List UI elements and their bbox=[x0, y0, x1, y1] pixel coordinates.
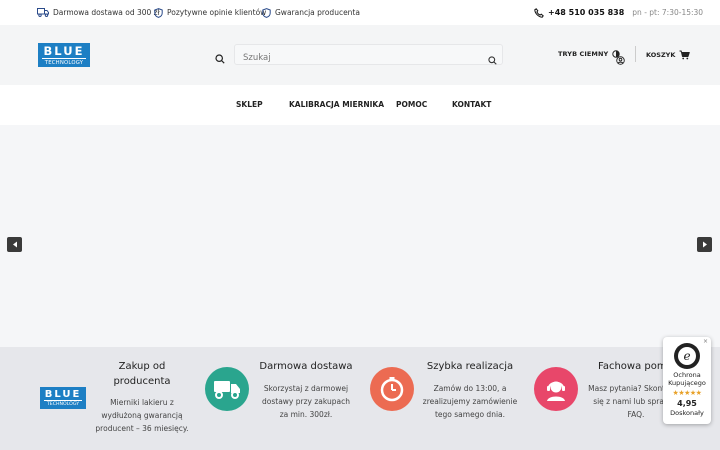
feature-icon-fast bbox=[370, 367, 414, 411]
feature-title-fast: Szybka realizacja bbox=[426, 361, 514, 372]
trust-badge[interactable]: × e Ochrona Kupującego ★★★★★ 4,95 Doskon… bbox=[663, 337, 711, 424]
search-icon bbox=[215, 54, 225, 64]
nav-item-kalibracja[interactable]: KALIBRACJA MIERNIKA bbox=[289, 100, 384, 109]
search-input[interactable] bbox=[235, 48, 465, 68]
cart-label: KOSZYK bbox=[646, 51, 676, 59]
trust-seal-icon: e bbox=[674, 343, 700, 369]
feature-logo-sub: TECHNOLOGY bbox=[46, 402, 80, 407]
dark-mode-label: TRYB CIEMNY bbox=[558, 50, 609, 58]
nav-item-sklep[interactable]: SKLEP bbox=[236, 100, 263, 109]
logo-text-sub: TECHNOLOGY bbox=[44, 60, 84, 66]
free-shipping-info: Darmowa dostawa od 300 zł bbox=[37, 0, 160, 25]
rating-stars: ★★★★★ bbox=[672, 389, 702, 397]
main-nav: SKLEP KALIBRACJA MIERNIKA POMOC KONTAKT bbox=[0, 85, 720, 125]
clock-icon bbox=[380, 377, 404, 402]
badge-label: Ochrona Kupującego bbox=[668, 371, 706, 387]
headset-icon bbox=[547, 381, 565, 401]
chevron-left-icon bbox=[12, 241, 17, 248]
feature-title-shipping: Darmowa dostawa bbox=[259, 361, 353, 372]
header: BLUE TECHNOLOGY TRYB CIEMNY K bbox=[0, 25, 720, 85]
hero-slider bbox=[0, 125, 720, 347]
phone-number[interactable]: +48 510 035 838 bbox=[548, 8, 624, 17]
trust-seal-letter: e bbox=[678, 347, 696, 365]
rating-score: 4,95 bbox=[677, 399, 697, 408]
search-icon bbox=[488, 56, 497, 65]
truck-icon bbox=[214, 381, 240, 399]
slider-prev-button[interactable] bbox=[7, 237, 22, 252]
feature-text-producer: Mierniki lakieru z wydłużoną gwarancją p… bbox=[95, 398, 189, 433]
search-toggle[interactable] bbox=[215, 49, 225, 68]
opening-hours: pn - pt: 7:30-15:30 bbox=[632, 8, 704, 17]
shield-icon bbox=[154, 7, 163, 18]
search-bar bbox=[234, 44, 503, 68]
phone-icon bbox=[534, 7, 544, 18]
nav-item-pomoc[interactable]: POMOC bbox=[396, 100, 427, 109]
dark-mode-toggle[interactable]: TRYB CIEMNY bbox=[558, 50, 621, 58]
warranty-info: Gwarancja producenta bbox=[262, 0, 360, 25]
feature-icon-support bbox=[534, 367, 578, 411]
site-logo[interactable]: BLUE TECHNOLOGY bbox=[38, 43, 90, 67]
feature-text-fast: Zamów do 13:00, a zrealizujemy zamówieni… bbox=[422, 384, 518, 419]
chevron-right-icon bbox=[702, 241, 707, 248]
feature-title-producer: Zakup od producenta bbox=[113, 361, 171, 387]
badge-close-button[interactable]: × bbox=[703, 339, 708, 345]
phone-info[interactable]: +48 510 035 838 pn - pt: 7:30-15:30 bbox=[534, 0, 703, 25]
free-shipping-text: Darmowa dostawa od 300 zł bbox=[53, 8, 160, 17]
feature-logo: BLUE TECHNOLOGY bbox=[40, 387, 86, 409]
reviews-text: Pozytywne opinie klientów bbox=[167, 8, 267, 17]
logo-text-main: BLUE bbox=[42, 44, 86, 59]
search-submit-button[interactable] bbox=[488, 50, 497, 69]
slider-next-button[interactable] bbox=[697, 237, 712, 252]
warranty-text: Gwarancja producenta bbox=[275, 8, 360, 17]
account-button[interactable] bbox=[616, 50, 625, 69]
features-strip: BLUE TECHNOLOGY Zakup od producenta Mier… bbox=[0, 347, 720, 450]
reviews-info: Pozytywne opinie klientów bbox=[154, 0, 266, 25]
header-divider bbox=[635, 46, 636, 62]
feature-icon-shipping bbox=[205, 367, 249, 411]
cart-icon bbox=[679, 50, 691, 60]
truck-icon bbox=[37, 8, 49, 17]
feature-logo-main: BLUE bbox=[44, 389, 82, 401]
user-icon bbox=[616, 56, 625, 65]
nav-item-kontakt[interactable]: KONTAKT bbox=[452, 100, 491, 109]
cart-button[interactable]: KOSZYK bbox=[646, 50, 691, 60]
top-info-bar: Darmowa dostawa od 300 zł Pozytywne opin… bbox=[0, 0, 720, 25]
shield-check-icon bbox=[262, 7, 271, 18]
feature-text-shipping: Skorzystaj z darmowej dostawy przy zakup… bbox=[262, 384, 350, 419]
rating-verdict: Doskonały bbox=[670, 409, 704, 417]
